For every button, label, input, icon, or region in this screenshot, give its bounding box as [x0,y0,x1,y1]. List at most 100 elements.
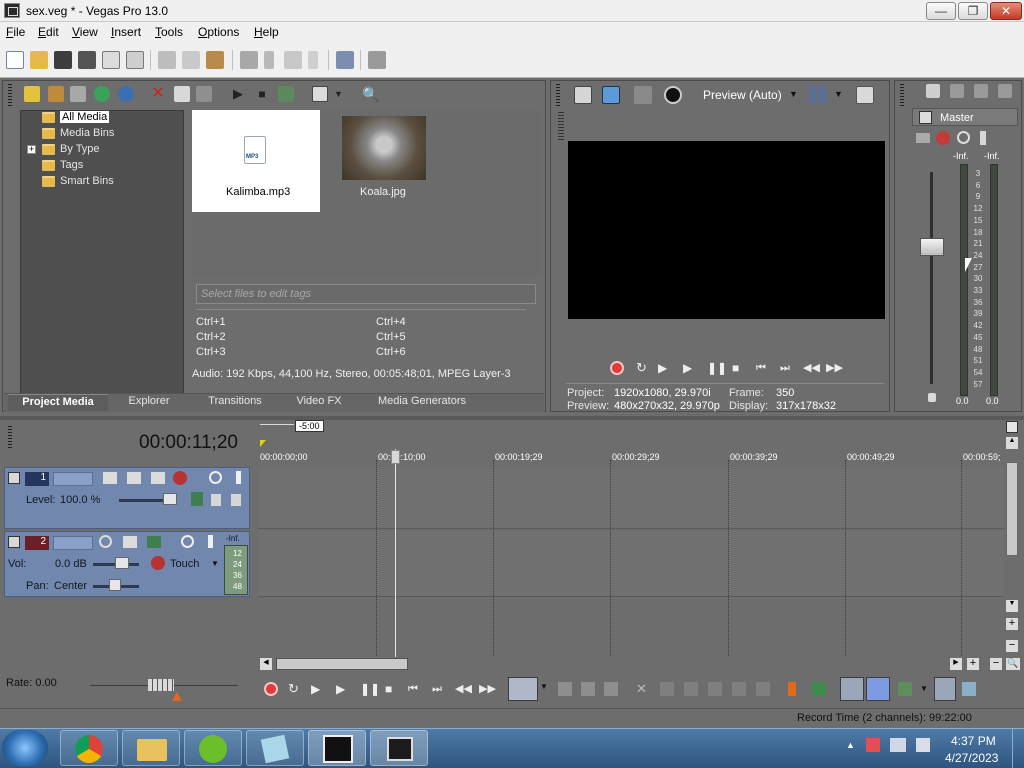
stop-icon[interactable]: ■ [732,361,746,375]
lock-icon[interactable] [756,682,770,696]
tree-by-type[interactable]: By Type [42,143,100,155]
split-screen-icon[interactable] [634,86,652,104]
track-fx-icon[interactable] [147,536,161,548]
taskbar-explorer[interactable] [122,730,180,766]
minimize-button[interactable]: — [926,2,956,20]
menu-options[interactable]: Options [198,25,239,39]
chevron-down-icon[interactable]: ▼ [540,682,548,691]
redo-dropdown-icon[interactable] [308,51,318,69]
copy-snapshot-icon[interactable] [856,86,874,104]
chevron-down-icon[interactable]: ▼ [789,89,798,99]
mixer-icon[interactable] [998,84,1012,98]
downmix-icon[interactable] [950,84,964,98]
menu-file[interactable]: File [6,25,25,39]
solo-icon[interactable] [980,131,986,145]
play-icon[interactable]: ▶ [336,682,350,696]
grouping-icon[interactable] [898,682,912,696]
loop-region-label[interactable]: -5:00 [295,420,324,432]
track-minimize-icon[interactable] [8,536,20,548]
lock-icon[interactable] [928,393,936,402]
loop-playback-icon[interactable]: ↻ [636,361,650,375]
ignore-event-grouping-icon[interactable] [962,682,976,696]
preview-quality-icon[interactable] [664,86,682,104]
track-name-field[interactable] [53,472,93,486]
tree-tags[interactable]: Tags [42,159,83,171]
trim-start-icon[interactable] [684,682,698,696]
network-icon[interactable] [890,738,906,752]
previous-frame-icon[interactable]: ◀◀ [455,682,472,696]
window-grip[interactable] [8,426,12,450]
media-properties-icon[interactable] [174,86,190,102]
cut-icon[interactable] [158,51,176,69]
preview-quality-dropdown[interactable]: Preview (Auto) [703,88,782,102]
paste-icon[interactable] [206,51,224,69]
scroll-down-icon[interactable]: ▼ [1006,600,1018,612]
lock-envelopes-icon[interactable] [934,677,956,701]
get-media-from-web-icon[interactable] [70,86,86,102]
master-insert-fx-icon[interactable] [916,133,930,143]
tree-media-bins[interactable]: Media Bins [42,127,114,139]
menu-edit[interactable]: Edit [38,25,59,39]
next-frame-icon[interactable]: ▶▶ [479,682,496,696]
properties-icon[interactable] [126,51,144,69]
automation-settings-icon[interactable] [151,556,165,570]
mute-icon[interactable] [209,471,222,484]
media-item-label[interactable]: Koala.jpg [360,186,406,198]
media-fx-icon[interactable] [196,86,212,102]
record-icon[interactable] [610,361,624,375]
go-to-end-icon[interactable]: ⏭ [432,682,446,696]
undo-dropdown-icon[interactable] [264,51,274,69]
zoom-icon[interactable]: 🔍 [362,86,379,102]
split-icon[interactable] [732,682,746,696]
normal-edit-tool-icon[interactable] [508,677,538,701]
tab-transitions[interactable]: Transitions [194,394,276,411]
refresh-icon[interactable] [94,86,110,102]
go-to-start-icon[interactable]: ⏮ [408,682,422,696]
pan-slider-thumb[interactable] [109,579,121,591]
playback-cursor[interactable] [395,449,396,657]
insert-region-icon[interactable] [812,682,826,696]
video-track-lane[interactable] [258,467,1004,529]
marker-icon[interactable] [1006,421,1018,433]
enable-snapping-icon[interactable] [336,51,354,69]
track-name-field[interactable] [53,536,93,550]
taskbar-chrome[interactable] [60,730,118,766]
dim-output-icon[interactable] [974,84,988,98]
menu-view[interactable]: View [72,25,98,39]
make-compositing-child-icon[interactable] [127,472,141,484]
audio-track-lane[interactable] [258,531,1004,597]
chevron-down-icon[interactable]: ▼ [211,559,219,568]
envelope-edit-tool-icon[interactable] [558,682,572,696]
remove-media-icon[interactable]: ✕ [150,86,166,102]
whats-this-help-icon[interactable] [368,51,386,69]
auto-preview-icon[interactable] [278,86,294,102]
track-minimize-icon[interactable] [8,472,20,484]
go-to-end-icon[interactable]: ⏭ [780,361,794,375]
zoom-out-icon[interactable]: − [1006,640,1018,652]
arm-for-record-icon[interactable] [99,535,112,548]
insert-marker-icon[interactable] [788,682,796,696]
track-fx-icon[interactable] [173,471,187,485]
mute-icon[interactable] [181,535,194,548]
menu-help[interactable]: Help [254,25,279,39]
scroll-thumb[interactable] [1006,462,1018,556]
h-zoom-in-icon[interactable]: + [967,658,979,670]
window-grip[interactable] [558,112,564,140]
tab-project-media[interactable]: Project Media [8,394,108,411]
zoom-tool-icon[interactable]: 🔍 [1006,658,1020,670]
window-grip[interactable] [556,84,560,106]
track-motion-icon[interactable] [151,472,165,484]
next-frame-icon[interactable]: ▶▶ [826,361,843,375]
tab-video-fx[interactable]: Video FX [284,394,354,411]
compositing-mode-icon[interactable] [103,472,117,484]
show-desktop-button[interactable] [1012,729,1024,768]
trim-end-icon[interactable] [708,682,722,696]
menu-insert[interactable]: Insert [111,25,141,39]
level-slider-thumb[interactable] [163,493,177,505]
automation-mode[interactable]: Touch [170,558,199,570]
action-center-icon[interactable] [866,738,880,752]
new-project-icon[interactable] [6,51,24,69]
external-monitor-icon[interactable] [602,86,620,104]
play-from-start-icon[interactable]: ▶ [311,682,325,696]
tag-input[interactable]: Select files to edit tags [196,284,536,304]
